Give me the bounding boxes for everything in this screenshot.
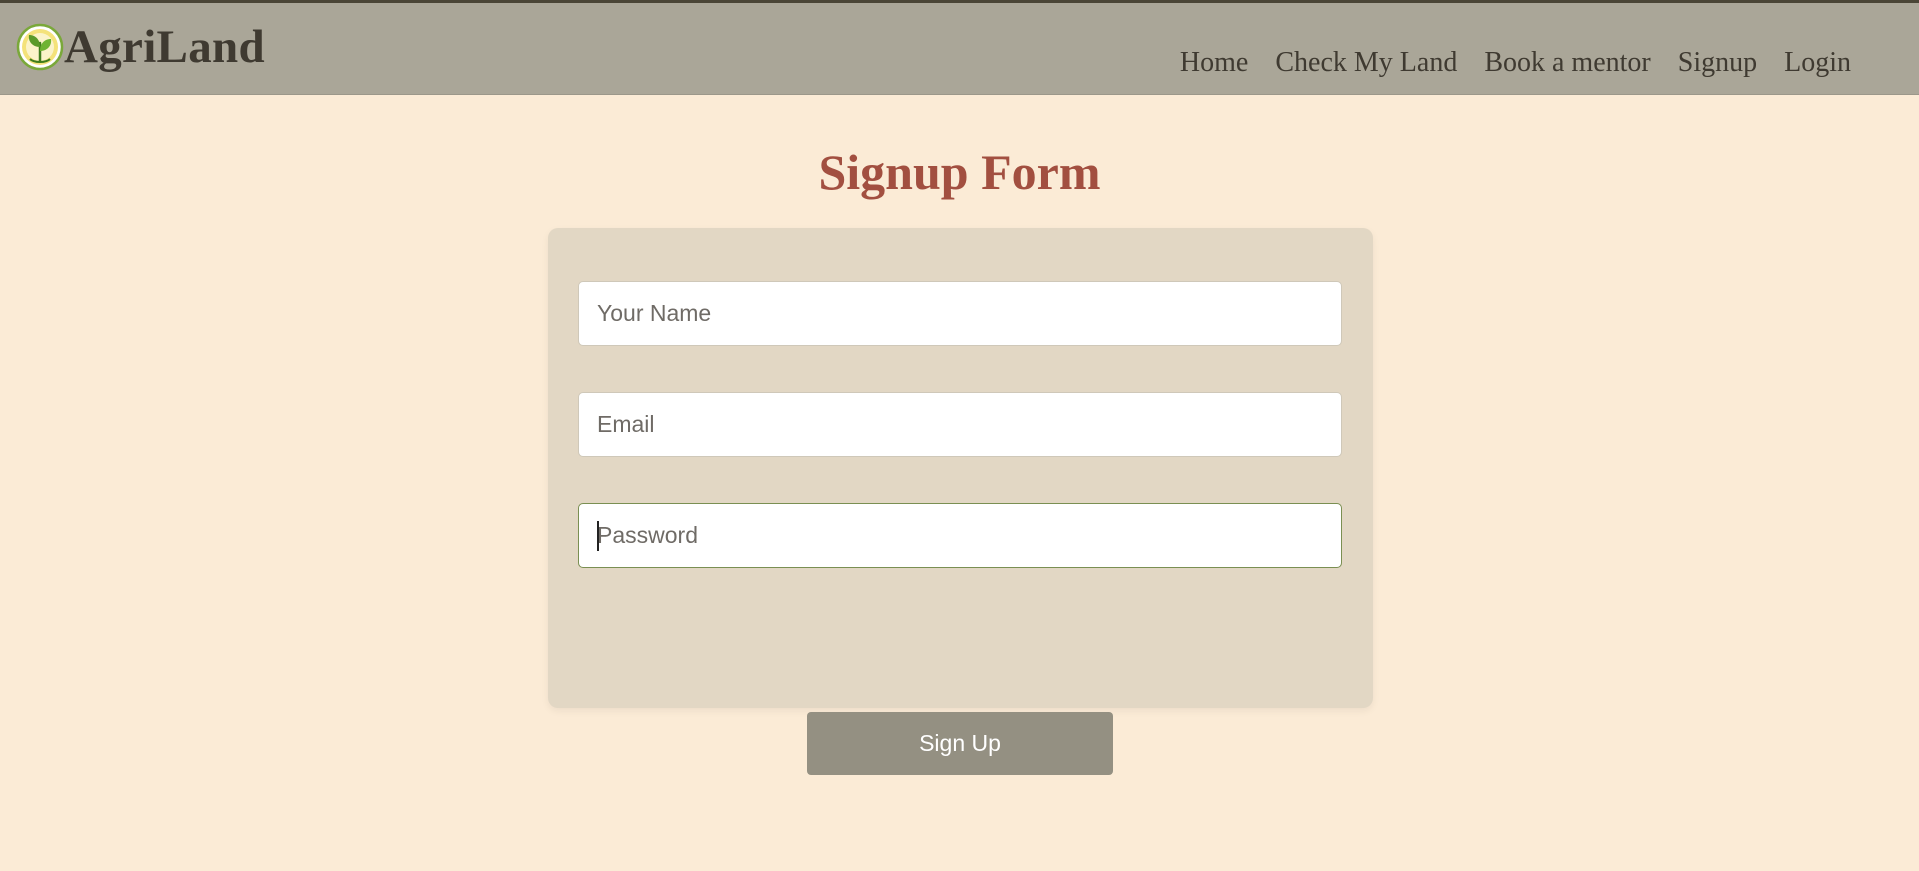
nav-home-link[interactable]: Home xyxy=(1180,45,1248,81)
signup-form-card xyxy=(548,228,1373,708)
nav-check-my-land-link[interactable]: Check My Land xyxy=(1275,45,1457,81)
brand[interactable]: AgriLand xyxy=(16,21,265,73)
nav-login-link[interactable]: Login xyxy=(1784,45,1851,81)
signup-submit-button[interactable]: Sign Up xyxy=(807,712,1113,775)
email-input[interactable] xyxy=(578,392,1342,457)
nav-links: Home Check My Land Book a mentor Signup … xyxy=(1153,45,1851,81)
name-input[interactable] xyxy=(578,281,1342,346)
nav-book-mentor-link[interactable]: Book a mentor xyxy=(1484,45,1650,81)
brand-name: AgriLand xyxy=(64,21,265,73)
password-input[interactable] xyxy=(578,503,1342,568)
sprout-leaf-icon xyxy=(16,23,64,71)
navbar: AgriLand Home Check My Land Book a mento… xyxy=(0,3,1919,95)
page-title: Signup Form xyxy=(818,144,1101,200)
nav-signup-link[interactable]: Signup xyxy=(1678,45,1757,81)
text-cursor xyxy=(597,521,599,551)
